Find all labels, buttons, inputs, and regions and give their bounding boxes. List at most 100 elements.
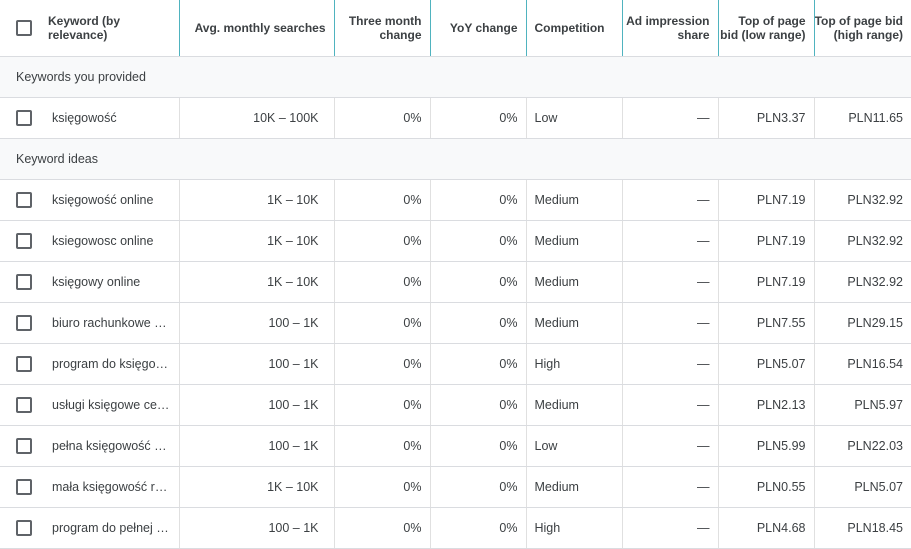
table-row[interactable]: mała księgowość rz... 1K – 10K 0% 0% Medium —… (0, 466, 911, 508)
bid-low-cell: PLN0.55 (717, 466, 814, 508)
yoy-change-cell: 0% (429, 97, 526, 139)
row-checkbox-cell[interactable] (0, 343, 40, 385)
header-avg-monthly-searches[interactable]: Avg. monthly searches (178, 0, 334, 57)
bid-low-cell: PLN5.07 (717, 343, 814, 385)
keyword-cell: biuro rachunkowe o... (40, 302, 179, 344)
header-yoy-change[interactable]: YoY change (429, 0, 526, 57)
competition-cell: High (525, 507, 622, 549)
row-checkbox-cell[interactable] (0, 425, 40, 467)
table-row[interactable]: program do pełnej k... 100 – 1K 0% 0% High — P… (0, 507, 911, 549)
header-competition[interactable]: Competition (525, 0, 622, 57)
ad-impression-share-cell: — (621, 220, 718, 262)
keyword-cell: usługi księgowe cen... (40, 384, 179, 426)
avg-monthly-searches-cell: 100 – 1K (178, 507, 334, 549)
row-checkbox-cell[interactable] (0, 302, 40, 344)
bid-high-cell: PLN5.07 (813, 466, 911, 508)
header-bid-low[interactable]: Top of page bid (low range) (717, 0, 814, 57)
yoy-change-cell: 0% (429, 466, 526, 508)
ad-impression-share-cell: — (621, 466, 718, 508)
competition-cell: Medium (525, 261, 622, 303)
table-row[interactable]: księgowość 10K – 100K 0% 0% Low — PLN3.37 PLN11… (0, 97, 911, 139)
competition-cell: High (525, 343, 622, 385)
row-checkbox-cell[interactable] (0, 179, 40, 221)
bid-low-cell: PLN2.13 (717, 384, 814, 426)
row-checkbox-cell[interactable] (0, 384, 40, 426)
row-checkbox-cell[interactable] (0, 220, 40, 262)
keyword-cell: program do księgow... (40, 343, 179, 385)
row-checkbox[interactable] (16, 519, 32, 536)
three-month-change-cell: 0% (333, 343, 430, 385)
table-row[interactable]: usługi księgowe cen... 100 – 1K 0% 0% Medium… (0, 384, 911, 426)
keyword-cell: mała księgowość rz... (40, 466, 179, 508)
row-checkbox-cell[interactable] (0, 261, 40, 303)
row-checkbox-cell[interactable] (0, 466, 40, 508)
row-checkbox[interactable] (16, 355, 32, 372)
table-row[interactable]: księgowy online 1K – 10K 0% 0% Medium — PLN7.1… (0, 261, 911, 303)
keyword-cell: księgowość online (40, 179, 179, 221)
keyword-cell: ksiegowosc online (40, 220, 179, 262)
bid-high-cell: PLN11.65 (813, 97, 911, 139)
bid-high-cell: PLN32.92 (813, 261, 911, 303)
avg-monthly-searches-cell: 100 – 1K (178, 384, 334, 426)
three-month-change-cell: 0% (333, 384, 430, 426)
avg-monthly-searches-cell: 1K – 10K (178, 466, 334, 508)
ad-impression-share-cell: — (621, 179, 718, 221)
competition-cell: Medium (525, 220, 622, 262)
table-row[interactable]: pełna księgowość o... 100 – 1K 0% 0% Low — PLN… (0, 425, 911, 467)
three-month-change-cell: 0% (333, 507, 430, 549)
row-checkbox-cell[interactable] (0, 97, 40, 139)
competition-cell: Medium (525, 466, 622, 508)
avg-monthly-searches-cell: 100 – 1K (178, 302, 334, 344)
table-row[interactable]: księgowość online 1K – 10K 0% 0% Medium — PLN7… (0, 179, 911, 221)
yoy-change-cell: 0% (429, 179, 526, 221)
row-checkbox[interactable] (16, 273, 32, 290)
table-row[interactable]: ksiegowosc online 1K – 10K 0% 0% Medium — PLN7… (0, 220, 911, 262)
group-header-ideas: Keyword ideas (0, 138, 911, 180)
row-checkbox[interactable] (16, 232, 32, 249)
bid-low-cell: PLN7.55 (717, 302, 814, 344)
competition-cell: Low (525, 97, 622, 139)
header-bid-high[interactable]: Top of page bid (high range) (813, 0, 911, 57)
ad-impression-share-cell: — (621, 343, 718, 385)
bid-high-cell: PLN18.45 (813, 507, 911, 549)
three-month-change-cell: 0% (333, 466, 430, 508)
avg-monthly-searches-cell: 1K – 10K (178, 261, 334, 303)
table-row[interactable]: biuro rachunkowe o... 100 – 1K 0% 0% Medium —… (0, 302, 911, 344)
header-keyword[interactable]: Keyword (by relevance) (40, 0, 179, 57)
header-ad-impression-share[interactable]: Ad impression share (621, 0, 718, 57)
bid-high-cell: PLN5.97 (813, 384, 911, 426)
competition-cell: Low (525, 425, 622, 467)
row-checkbox[interactable] (16, 437, 32, 454)
yoy-change-cell: 0% (429, 343, 526, 385)
bid-low-cell: PLN7.19 (717, 179, 814, 221)
competition-cell: Medium (525, 384, 622, 426)
three-month-change-cell: 0% (333, 220, 430, 262)
row-checkbox[interactable] (16, 314, 32, 331)
three-month-change-cell: 0% (333, 97, 430, 139)
select-all-checkbox-cell[interactable] (0, 0, 40, 57)
keyword-cell: pełna księgowość o... (40, 425, 179, 467)
keyword-cell: księgowy online (40, 261, 179, 303)
bid-low-cell: PLN5.99 (717, 425, 814, 467)
row-checkbox-cell[interactable] (0, 507, 40, 549)
select-all-checkbox[interactable] (16, 19, 32, 36)
table-header-row: Keyword (by relevance) Avg. monthly sear… (0, 0, 911, 57)
yoy-change-cell: 0% (429, 302, 526, 344)
avg-monthly-searches-cell: 100 – 1K (178, 343, 334, 385)
avg-monthly-searches-cell: 1K – 10K (178, 220, 334, 262)
avg-monthly-searches-cell: 100 – 1K (178, 425, 334, 467)
header-three-month-change[interactable]: Three month change (333, 0, 430, 57)
ad-impression-share-cell: — (621, 425, 718, 467)
row-checkbox[interactable] (16, 478, 32, 495)
three-month-change-cell: 0% (333, 261, 430, 303)
row-checkbox[interactable] (16, 396, 32, 413)
ad-impression-share-cell: — (621, 97, 718, 139)
yoy-change-cell: 0% (429, 261, 526, 303)
table-row[interactable]: program do księgow... 100 – 1K 0% 0% High — PL… (0, 343, 911, 385)
bid-low-cell: PLN7.19 (717, 220, 814, 262)
row-checkbox[interactable] (16, 109, 32, 126)
ad-impression-share-cell: — (621, 302, 718, 344)
ad-impression-share-cell: — (621, 384, 718, 426)
row-checkbox[interactable] (16, 191, 32, 208)
three-month-change-cell: 0% (333, 425, 430, 467)
